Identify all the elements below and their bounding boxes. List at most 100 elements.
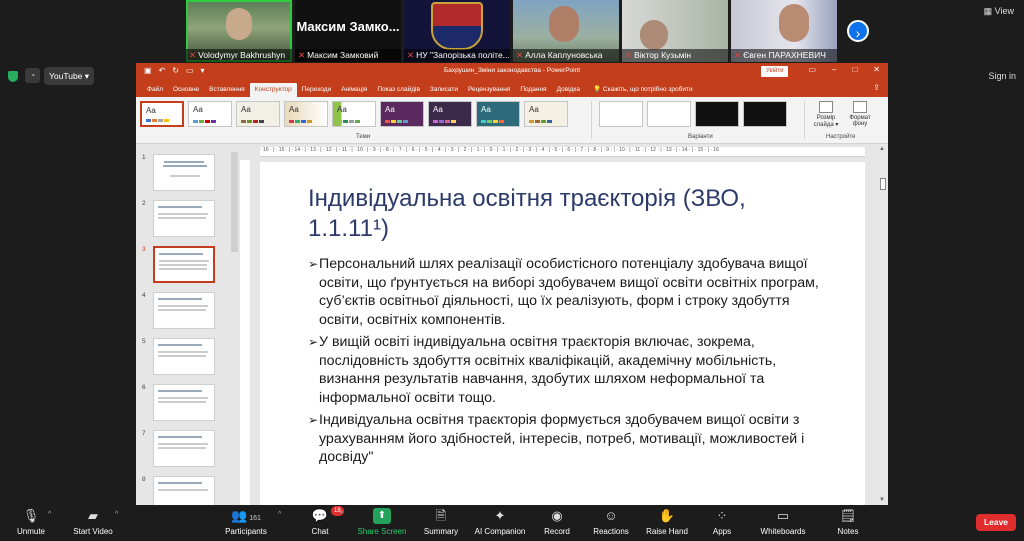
theme-option[interactable]: Aa [428,101,472,127]
security-shield-icon[interactable] [8,71,18,82]
theme-option[interactable]: Aa [524,101,568,127]
slide-number: 3 [142,246,146,253]
ribbon-display-icon[interactable]: ▭ [808,65,816,74]
video-tile-2[interactable]: Максим Замко... ✕ Максим Замковий [295,0,401,62]
themes-gallery: Aa Aa Aa Aa Aa Aa Aa Aa Aa [140,101,568,127]
ppt-sign-in-button[interactable]: Увійти [761,66,789,77]
theme-option[interactable]: Aa [188,101,232,127]
raise-hand-button[interactable]: ✋ Raise Hand [644,508,690,536]
chat-button[interactable]: 💬 18 Chat [306,506,344,536]
tab-slideshow[interactable]: Показ слайдів [372,83,425,97]
tab-review[interactable]: Рецензування [463,83,515,97]
slide-thumbnail-3[interactable] [153,246,215,283]
slide-thumbnail-4[interactable] [153,292,215,329]
muted-mic-icon: ✕ [516,50,524,60]
muted-mic-icon: 🎙 [22,508,40,523]
tab-transitions[interactable]: Переходи [297,83,336,97]
video-tile-1[interactable]: ✕ Volodymyr Bakhrushyn [186,0,292,62]
theme-option[interactable]: Aa [332,101,376,127]
thumbnails-scrollbar[interactable] [231,152,238,252]
next-page-arrow-icon[interactable]: › [847,20,869,42]
video-tile-6[interactable]: ✕ Євген ПАРАХНЕВИЧ [731,0,837,62]
slide-scrollbar[interactable]: ▲ ▼ [878,144,888,505]
theme-option[interactable]: Aa [284,101,328,127]
ppt-titlebar: ▣ ↶ ↻ ▭ ▾ Бахрушин_Зміни законодавства -… [136,63,888,80]
close-icon[interactable]: ✕ [873,65,880,74]
slide-thumbnail-7[interactable] [153,430,215,467]
slide-title[interactable]: Індивідуальна освітня траєкторія (ЗВО, 1… [308,184,808,244]
sign-in-link[interactable]: Sign in [988,71,1016,81]
summary-button[interactable]: 🗎 Summary [421,508,461,536]
view-label: View [994,6,1014,16]
slide-thumbnail-5[interactable] [153,338,215,375]
slide-thumbnail-1[interactable] [153,154,215,191]
record-button[interactable]: ◉ Record [541,508,573,536]
slide-body[interactable]: ➢ Персональний шлях реалізації особистісн… [308,255,828,471]
tab-design[interactable]: Конструктор [249,83,297,97]
format-background-button[interactable]: Формат фону [846,101,874,128]
group-label-variants: Варіанти [688,134,713,140]
variant-option[interactable] [647,101,691,127]
leave-button[interactable]: Leave [976,514,1016,531]
meeting-toolbar: 🎙 Unmute ^ ▰ Start Video ^ 👥 161 Participant… [0,505,1024,541]
unmute-button[interactable]: 🎙 Unmute [14,508,48,536]
video-tile-4[interactable]: ✕ Алла Каплуновська [513,0,619,62]
scroll-thumb[interactable] [880,178,886,190]
theme-option[interactable]: Aa [236,101,280,127]
tell-me-search[interactable]: 💡 Скажіть, що потрібно зробити [585,83,693,97]
apps-button[interactable]: ⁘ Apps [709,508,735,536]
participant-name: Євген ПАРАХНЕВИЧ [743,50,826,60]
share-icon[interactable]: ⇪ [873,83,880,92]
slide-thumbnail-6[interactable] [153,384,215,421]
slide-thumbnail-8[interactable] [153,476,215,505]
theme-option[interactable]: Aa [140,101,184,127]
notes-button[interactable]: 🗒 Notes [834,508,862,536]
video-options-chevron-icon[interactable]: ^ [115,511,118,518]
view-button[interactable]: ▦ View [984,6,1014,17]
summary-icon: 🗎 [435,508,447,523]
tab-view[interactable]: Подання [515,83,551,97]
slide-size-button[interactable]: Розмір слайда ▾ [812,101,840,128]
arrow-bullet-icon: ➢ [308,335,319,349]
reactions-button[interactable]: ☺ Reactions [591,508,631,536]
variant-option[interactable] [599,101,643,127]
muted-mic-icon: ✕ [189,50,197,60]
scroll-down-icon[interactable]: ▼ [879,497,885,503]
tab-record[interactable]: Записати [425,83,463,97]
tab-insert[interactable]: Вставлення [204,83,250,97]
participants-icon: 👥 161 [231,508,261,523]
ai-companion-button[interactable]: ✦ AI Companion [472,508,528,536]
maximize-icon[interactable]: □ [852,65,857,74]
video-tile-5[interactable]: ✕ Віктор Кузьмін [622,0,728,62]
participant-name: НУ "Запорізька політе... [416,50,510,60]
share-screen-button[interactable]: ⬆ Share Screen [357,508,407,536]
chat-chevron-icon[interactable]: ^ [340,511,343,518]
whiteboards-button[interactable]: ▭ Whiteboards [757,508,809,536]
youtube-tab-dropdown[interactable]: YouTube ▾ [44,67,94,85]
video-tile-3[interactable]: ✕ НУ "Запорізька політе... [404,0,510,62]
slide-thumbnail-2[interactable] [153,200,215,237]
tab-animations[interactable]: Анімація [336,83,372,97]
minimize-icon[interactable]: – [832,65,836,74]
slide-number: 5 [142,338,146,345]
arrow-bullet-icon: ➢ [308,413,319,427]
participant-video [779,4,809,42]
slide-canvas[interactable]: Індивідуальна освітня траєкторія (ЗВО, 1… [260,162,865,505]
record-icon: ◉ [551,508,563,523]
start-video-button[interactable]: ▰ Start Video [70,508,116,536]
audio-options-chevron-icon[interactable]: ^ [48,511,51,518]
variant-option[interactable] [695,101,739,127]
horizontal-ruler: · 16 · | · 15 · | · 14 · | · 13 · | · 12… [260,147,865,157]
tab-file[interactable]: Файл [142,83,168,97]
tab-home[interactable]: Основне [168,83,204,97]
participants-chevron-icon[interactable]: ^ [278,511,281,518]
theme-option[interactable]: Aa [476,101,520,127]
theme-option[interactable]: Aa [380,101,424,127]
rss-icon[interactable]: ◔ [25,68,40,83]
scroll-up-icon[interactable]: ▲ [879,146,885,152]
slide-size-icon [819,101,833,113]
participants-button[interactable]: 👥 161 Participants [222,508,270,536]
variant-option[interactable] [743,101,787,127]
sparkle-icon: ✦ [494,508,506,523]
tab-help[interactable]: Довідка [552,83,585,97]
